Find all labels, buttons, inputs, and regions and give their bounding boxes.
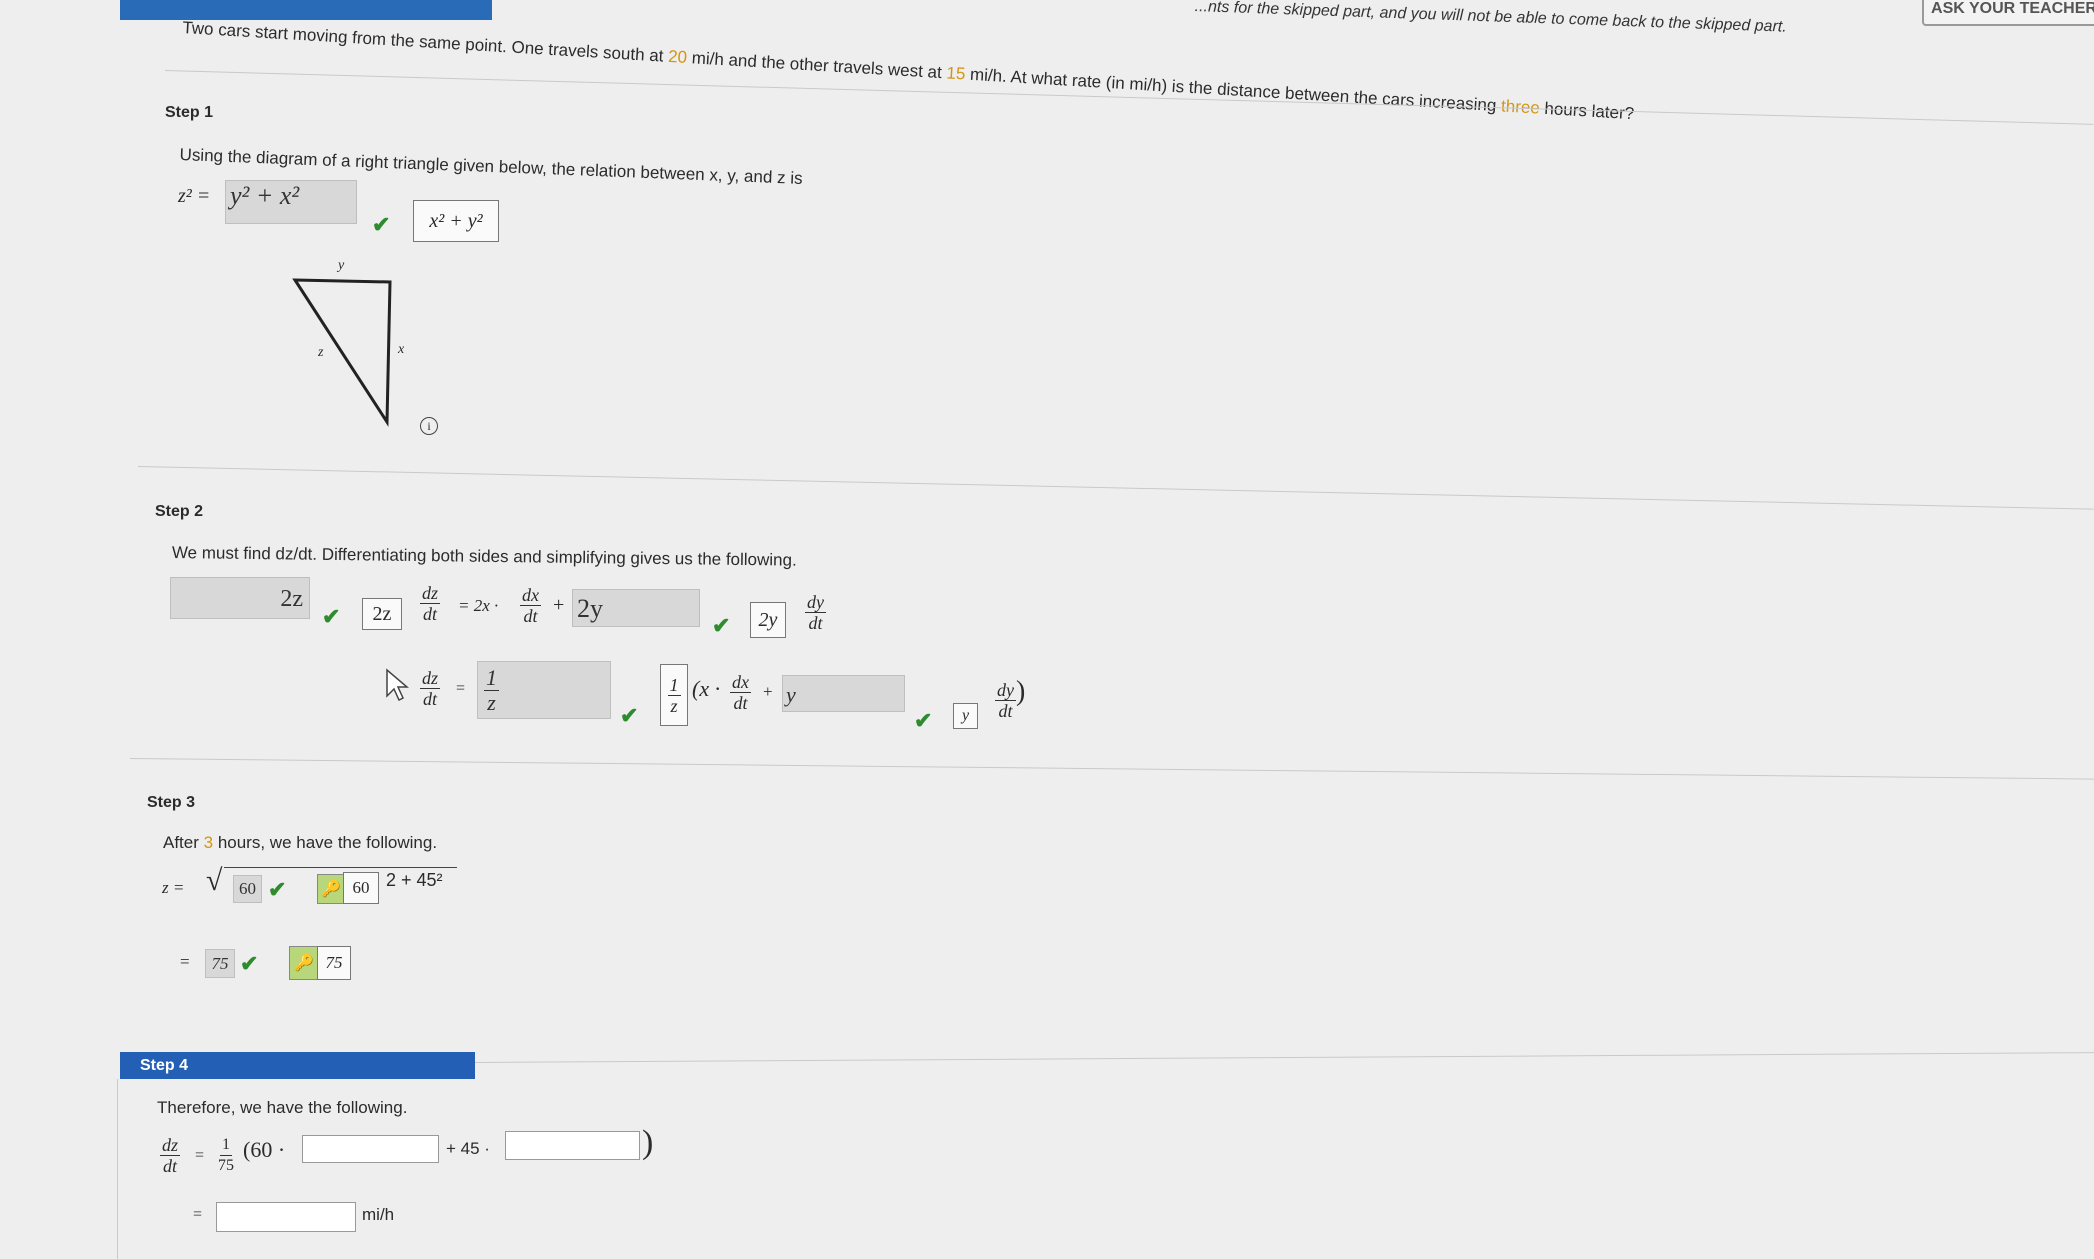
step2-plus: + — [553, 594, 565, 616]
step2-check-icon-3: ✔ — [620, 703, 639, 728]
info-icon[interactable]: i — [420, 417, 438, 435]
triangle-label-y: y — [338, 258, 345, 273]
mouse-cursor-icon — [386, 668, 409, 702]
step2-row2-dzdt: dz dt — [420, 668, 441, 709]
triangle-label-z: z — [318, 345, 324, 360]
step2-answer-field-2[interactable]: 2y — [572, 589, 700, 627]
step4-dzdt: dz dt — [160, 1135, 181, 1176]
step4-unit: mi/h — [362, 1205, 395, 1224]
step2-key-3: 1z — [660, 664, 688, 726]
key-icon-2[interactable]: 🔑 — [289, 946, 319, 980]
step1-key-answer: x² + y² — [413, 200, 499, 242]
step2-key-2: 2y — [750, 602, 786, 638]
step4-instruction: Therefore, we have the following. — [157, 1098, 408, 1117]
step1-answer-field[interactable]: y² + x² — [225, 180, 357, 224]
step2-label: Step 2 — [155, 503, 204, 520]
step3-check-icon-1: ✔ — [268, 877, 287, 902]
step3-check-icon-2: ✔ — [240, 951, 259, 976]
step4-plus-45: + 45 · — [446, 1139, 490, 1158]
step1-label: Step 1 — [165, 104, 214, 121]
step4-header: Step 4 — [120, 1052, 475, 1079]
step2-divider — [129, 758, 2094, 780]
step2-check-icon-1: ✔ — [322, 604, 341, 629]
step3-lhs: z = — [162, 878, 185, 897]
step2-check-icon-4: ✔ — [914, 708, 933, 733]
key-icon[interactable]: 🔑 — [317, 874, 345, 904]
step3-label: Step 3 — [147, 794, 196, 811]
step4-coefficient: 1 75 — [218, 1136, 234, 1174]
step4-eq2: = — [193, 1206, 203, 1223]
step2-dxdt-fraction: dx dt — [520, 585, 541, 626]
step4-input-2[interactable] — [505, 1131, 640, 1160]
step4-equals: = — [195, 1147, 205, 1164]
step2-dzdt-fraction: dz dt — [420, 583, 441, 624]
step3-key-2: 75 — [317, 946, 351, 980]
sqrt-bar — [224, 867, 457, 868]
step1-lhs: z² = — [178, 185, 211, 207]
triangle-label-x: x — [398, 342, 405, 357]
step2-answer-field-4[interactable]: y — [782, 675, 905, 712]
step2-row2-dxdt: dx dt — [730, 672, 751, 713]
step4-input-1[interactable] — [302, 1135, 439, 1163]
step1-divider — [137, 466, 2094, 510]
step2-answer-field-3[interactable]: 1z — [477, 661, 611, 719]
skip-notice: ...nts for the skipped part, and you wil… — [1194, 0, 1787, 36]
step4-final-input[interactable] — [216, 1202, 356, 1232]
step2-key-4: y — [953, 703, 978, 729]
step4-close: ) — [642, 1124, 654, 1161]
step2-row2-open: (x · — [692, 676, 721, 701]
step2-row2-equals: = — [456, 680, 466, 697]
step4-left-border — [117, 1079, 118, 1259]
step3-instruction: After 3 hours, we have the following. — [163, 833, 438, 852]
step2-row2-plus: + — [763, 682, 773, 701]
top-blue-bar — [120, 0, 492, 20]
step3-key-1: 60 — [343, 872, 379, 904]
step1-check-icon: ✔ — [372, 212, 391, 237]
step3-answer-field-2[interactable]: 75 — [205, 949, 235, 978]
step2-equals-2x: = 2x · — [458, 596, 499, 615]
step3-tail: 2 + 45² — [386, 870, 443, 890]
step2-instruction: We must find dz/dt. Differentiating both… — [171, 543, 797, 570]
step3-answer-field-1[interactable]: 60 — [233, 875, 262, 903]
step2-dydt-fraction: dy dt — [805, 592, 826, 633]
step2-check-icon-2: ✔ — [712, 613, 731, 638]
step3-divider — [475, 1052, 2094, 1063]
step2-row2-close: ) — [1016, 676, 1026, 707]
step4-open: (60 · — [243, 1137, 286, 1162]
step3-eq: = — [180, 952, 190, 971]
step2-key-1: 2z — [362, 598, 402, 630]
sqrt-icon: √ — [206, 864, 223, 897]
problem-statement: Two cars start moving from the same poin… — [181, 18, 1635, 124]
step2-row2-dydt: dy dt — [995, 680, 1016, 721]
step2-answer-field-1[interactable]: 2z — [170, 577, 310, 619]
ask-your-teacher-button[interactable]: ASK YOUR TEACHER — [1922, 0, 2094, 26]
